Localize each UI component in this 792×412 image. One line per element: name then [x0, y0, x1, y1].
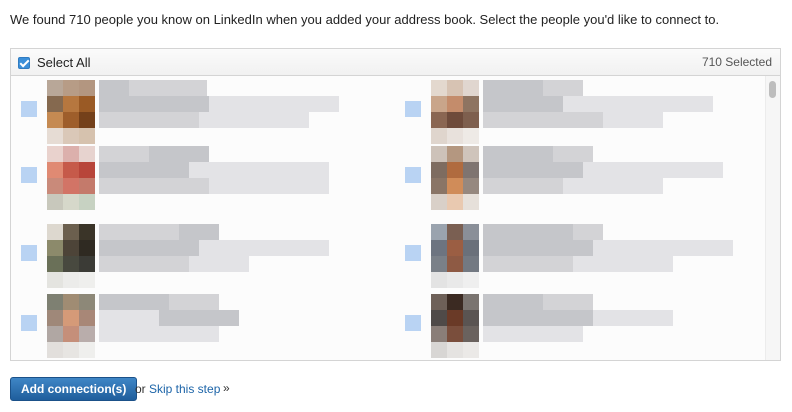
person-checkbox[interactable] [405, 101, 421, 117]
person-checkbox[interactable] [21, 167, 37, 183]
list-item[interactable] [403, 294, 733, 358]
list-item[interactable] [19, 294, 349, 358]
selected-count: 710 Selected [701, 55, 772, 69]
connections-panel: Select All 710 Selected [10, 48, 781, 361]
list-item[interactable] [19, 146, 349, 210]
people-list[interactable] [11, 76, 780, 360]
select-all-checkbox[interactable] [18, 56, 30, 69]
intro-text: We found 710 people you know on LinkedIn… [10, 12, 720, 27]
avatar [47, 146, 95, 210]
select-all-label[interactable]: Select All [37, 55, 90, 70]
avatar [431, 80, 479, 144]
scrollbar-thumb[interactable] [769, 81, 776, 98]
person-checkbox[interactable] [405, 315, 421, 331]
list-item[interactable] [403, 146, 733, 210]
skip-arrow-icon: » [223, 381, 230, 395]
list-scrollbar[interactable] [765, 76, 780, 360]
person-checkbox[interactable] [405, 167, 421, 183]
person-checkbox[interactable] [21, 101, 37, 117]
avatar [431, 294, 479, 358]
skip-step-link[interactable]: Skip this step [149, 382, 220, 396]
list-item[interactable] [19, 224, 349, 288]
avatar [47, 294, 95, 358]
avatar [431, 146, 479, 210]
avatar [431, 224, 479, 288]
panel-header: Select All 710 Selected [11, 49, 780, 76]
list-item[interactable] [403, 80, 733, 144]
person-checkbox[interactable] [21, 315, 37, 331]
list-item[interactable] [403, 224, 733, 288]
add-connections-button[interactable]: Add connection(s) [10, 377, 138, 401]
person-checkbox[interactable] [405, 245, 421, 261]
or-text: or [135, 382, 146, 396]
list-item[interactable] [19, 80, 349, 144]
avatar [47, 224, 95, 288]
person-checkbox[interactable] [21, 245, 37, 261]
avatar [47, 80, 95, 144]
select-all-control[interactable]: Select All [18, 55, 90, 70]
